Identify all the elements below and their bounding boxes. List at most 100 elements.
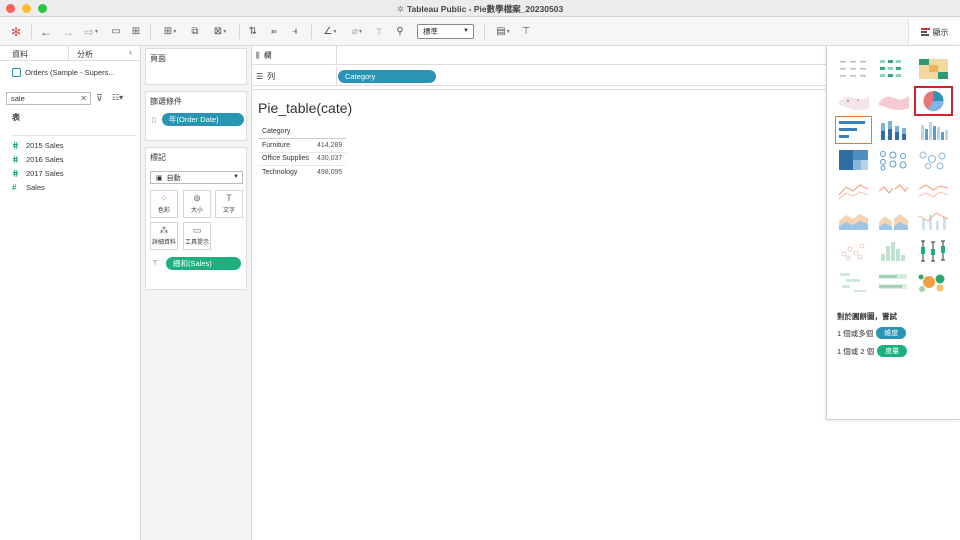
marks-pill-label: 總和(Sales) [173,259,212,268]
tab-data[interactable]: 資料 [12,49,28,60]
field-search-input[interactable]: sale ✕ [6,92,91,105]
box-whisker-chart-icon[interactable] [916,238,951,264]
highlight-table-chart-icon[interactable] [916,56,951,82]
fit-select[interactable]: 標準 ▼ [417,24,474,39]
area-continuous-chart-icon[interactable] [836,207,871,233]
show-mark-labels-icon[interactable]: T [372,23,386,40]
field-label: 2017 Sales [26,168,64,178]
marks-pill-sum-sales[interactable]: 總和(Sales) [166,257,241,270]
table-row[interactable]: Furniture 414,289 [258,138,347,152]
dual-lines-chart-icon[interactable] [916,177,951,203]
columns-label: 欄 [263,51,272,60]
redo-icon[interactable]: → [60,23,76,40]
horizontal-bars-chart-icon[interactable] [835,116,872,144]
symbol-map-chart-icon[interactable] [836,88,871,114]
bullet-graph-chart-icon[interactable] [876,269,911,295]
chevron-down-icon: ▼ [463,28,469,34]
clear-search-icon[interactable]: ✕ [80,94,87,103]
discrete-lines-chart-icon[interactable] [876,177,911,203]
row-header: Furniture [258,138,313,152]
show-me-requirement-measures: 1 個或 2 個 度量 [837,345,908,357]
show-me-button[interactable]: 顯示 [908,20,960,44]
minimize-window-button[interactable] [22,3,31,13]
sort-ascending-icon[interactable]: ⫢ [266,23,282,40]
presentation-mode-icon[interactable]: ⊤ [519,23,533,40]
rows-pill-category[interactable]: Category [338,70,436,83]
continuous-lines-chart-icon[interactable] [836,177,871,203]
tableau-logo-icon[interactable]: ✻ [8,23,24,40]
tooltip-button[interactable]: ▭ 工具提示 [183,222,211,250]
measure-pill: 度量 [877,345,908,357]
new-worksheet-icon[interactable]: ⊞ ▾ [157,23,183,40]
pie-chart-icon[interactable] [914,86,953,116]
zoom-window-button[interactable] [38,3,47,13]
area-discrete-chart-icon[interactable] [876,207,911,233]
tables-heading: 表 [12,113,20,122]
show-me-hint: 對於圓餅圖，嘗試 [837,312,897,321]
swap-rows-columns-icon[interactable]: ⇅ [245,23,261,40]
mark-type-value: 自動 [166,174,181,182]
crosstab: Category Furniture 414,289 Office Suppli… [258,125,347,179]
field-label: 2016 Sales [26,154,64,164]
window-title-container: ✲ Tableau Public - Pie數學檔案_20230503 [0,3,960,15]
new-data-source-icon[interactable]: ⊞ [129,23,143,40]
duplicate-sheet-icon[interactable]: ⧉ [187,23,203,40]
treemap-chart-icon[interactable] [836,147,871,173]
clear-sheet-icon[interactable]: ⊠ ▾ [207,23,233,40]
tooltip-label: 工具提示 [184,240,209,246]
tooltip-icon: ▭ [192,225,202,235]
group-members-icon[interactable]: ⌀ ▾ [346,23,368,40]
view-options-icon[interactable]: ☷▾ [112,93,123,102]
side-by-side-bars-chart-icon[interactable] [916,117,951,143]
data-source-item[interactable]: Orders (Sample - Supers... [12,68,115,77]
data-source-label: Orders (Sample - Supers... [25,68,115,77]
stacked-bars-chart-icon[interactable] [876,117,911,143]
table-row[interactable]: Technology 498,095 [258,165,347,179]
show-cards-icon[interactable]: ▤ ▾ [491,23,515,40]
field-item[interactable]: ⋕ 2016 Sales [12,152,64,166]
sort-descending-icon[interactable]: ⫣ [287,23,303,40]
pin-axes-icon[interactable]: ⚲ [393,23,407,40]
size-button[interactable]: ⊚ 大小 [183,190,211,218]
dual-combination-chart-icon[interactable] [916,207,951,233]
replace-data-source-icon[interactable]: ⇨ ▾ [80,23,102,40]
marks-title: 標記 [150,153,166,162]
collapse-pane-icon[interactable]: ‹ [129,47,132,57]
text-button[interactable]: T 文字 [215,190,243,218]
field-item[interactable]: ⋕ 2015 Sales [12,138,64,152]
mark-type-select[interactable]: ▣ 自動 ▼ [150,171,243,184]
scatter-plot-chart-icon[interactable] [836,238,871,264]
rows-shelf[interactable]: ☰ 列 Category [252,67,826,86]
detail-button[interactable]: ⁂ 詳細資料 [150,222,178,250]
circle-views-chart-icon[interactable] [876,147,911,173]
field-item[interactable]: ⋕ 2017 Sales [12,166,64,180]
mark-type-icon: ▣ [156,174,163,182]
field-label: 2015 Sales [26,140,64,150]
filter-pill-order-date[interactable]: 年(Order Date) [162,113,244,126]
table-row[interactable]: Office Supplies 430,037 [258,151,347,166]
view-canvas[interactable]: Pie_table(cate) Category Furniture 414,2… [252,89,826,540]
filter-icon[interactable]: ⊽ [96,93,103,104]
packed-bubbles-chart-icon[interactable] [916,269,951,295]
columns-shelf[interactable]: ⫼ 欄 [252,46,826,65]
chevron-down-icon: ▼ [233,174,239,180]
filled-map-chart-icon[interactable] [876,88,911,114]
cell-value: 498,095 [312,165,347,179]
undo-icon[interactable]: ← [38,23,54,40]
text-table-chart-icon[interactable] [836,56,871,82]
gantt-chart-icon[interactable] [836,269,871,295]
color-button[interactable]: ⁘ 色彩 [150,190,178,218]
field-item[interactable]: # Sales [12,180,64,194]
rows-label: 列 [267,72,276,81]
close-window-button[interactable] [6,3,15,13]
heat-map-chart-icon[interactable] [876,56,911,82]
filters-card[interactable]: 篩選條件 ▯ 年(Order Date) [145,91,247,141]
row-header: Office Supplies [258,151,313,166]
tab-analytics[interactable]: 分析 [77,49,93,60]
detail-label: 詳細資料 [151,240,176,246]
save-icon[interactable]: ▭ [109,23,123,40]
histogram-chart-icon[interactable] [876,238,911,264]
side-by-side-circles-chart-icon[interactable] [916,147,951,173]
pages-card[interactable]: 頁面 [145,48,247,85]
highlight-icon[interactable]: ∠ ▾ [318,23,342,40]
